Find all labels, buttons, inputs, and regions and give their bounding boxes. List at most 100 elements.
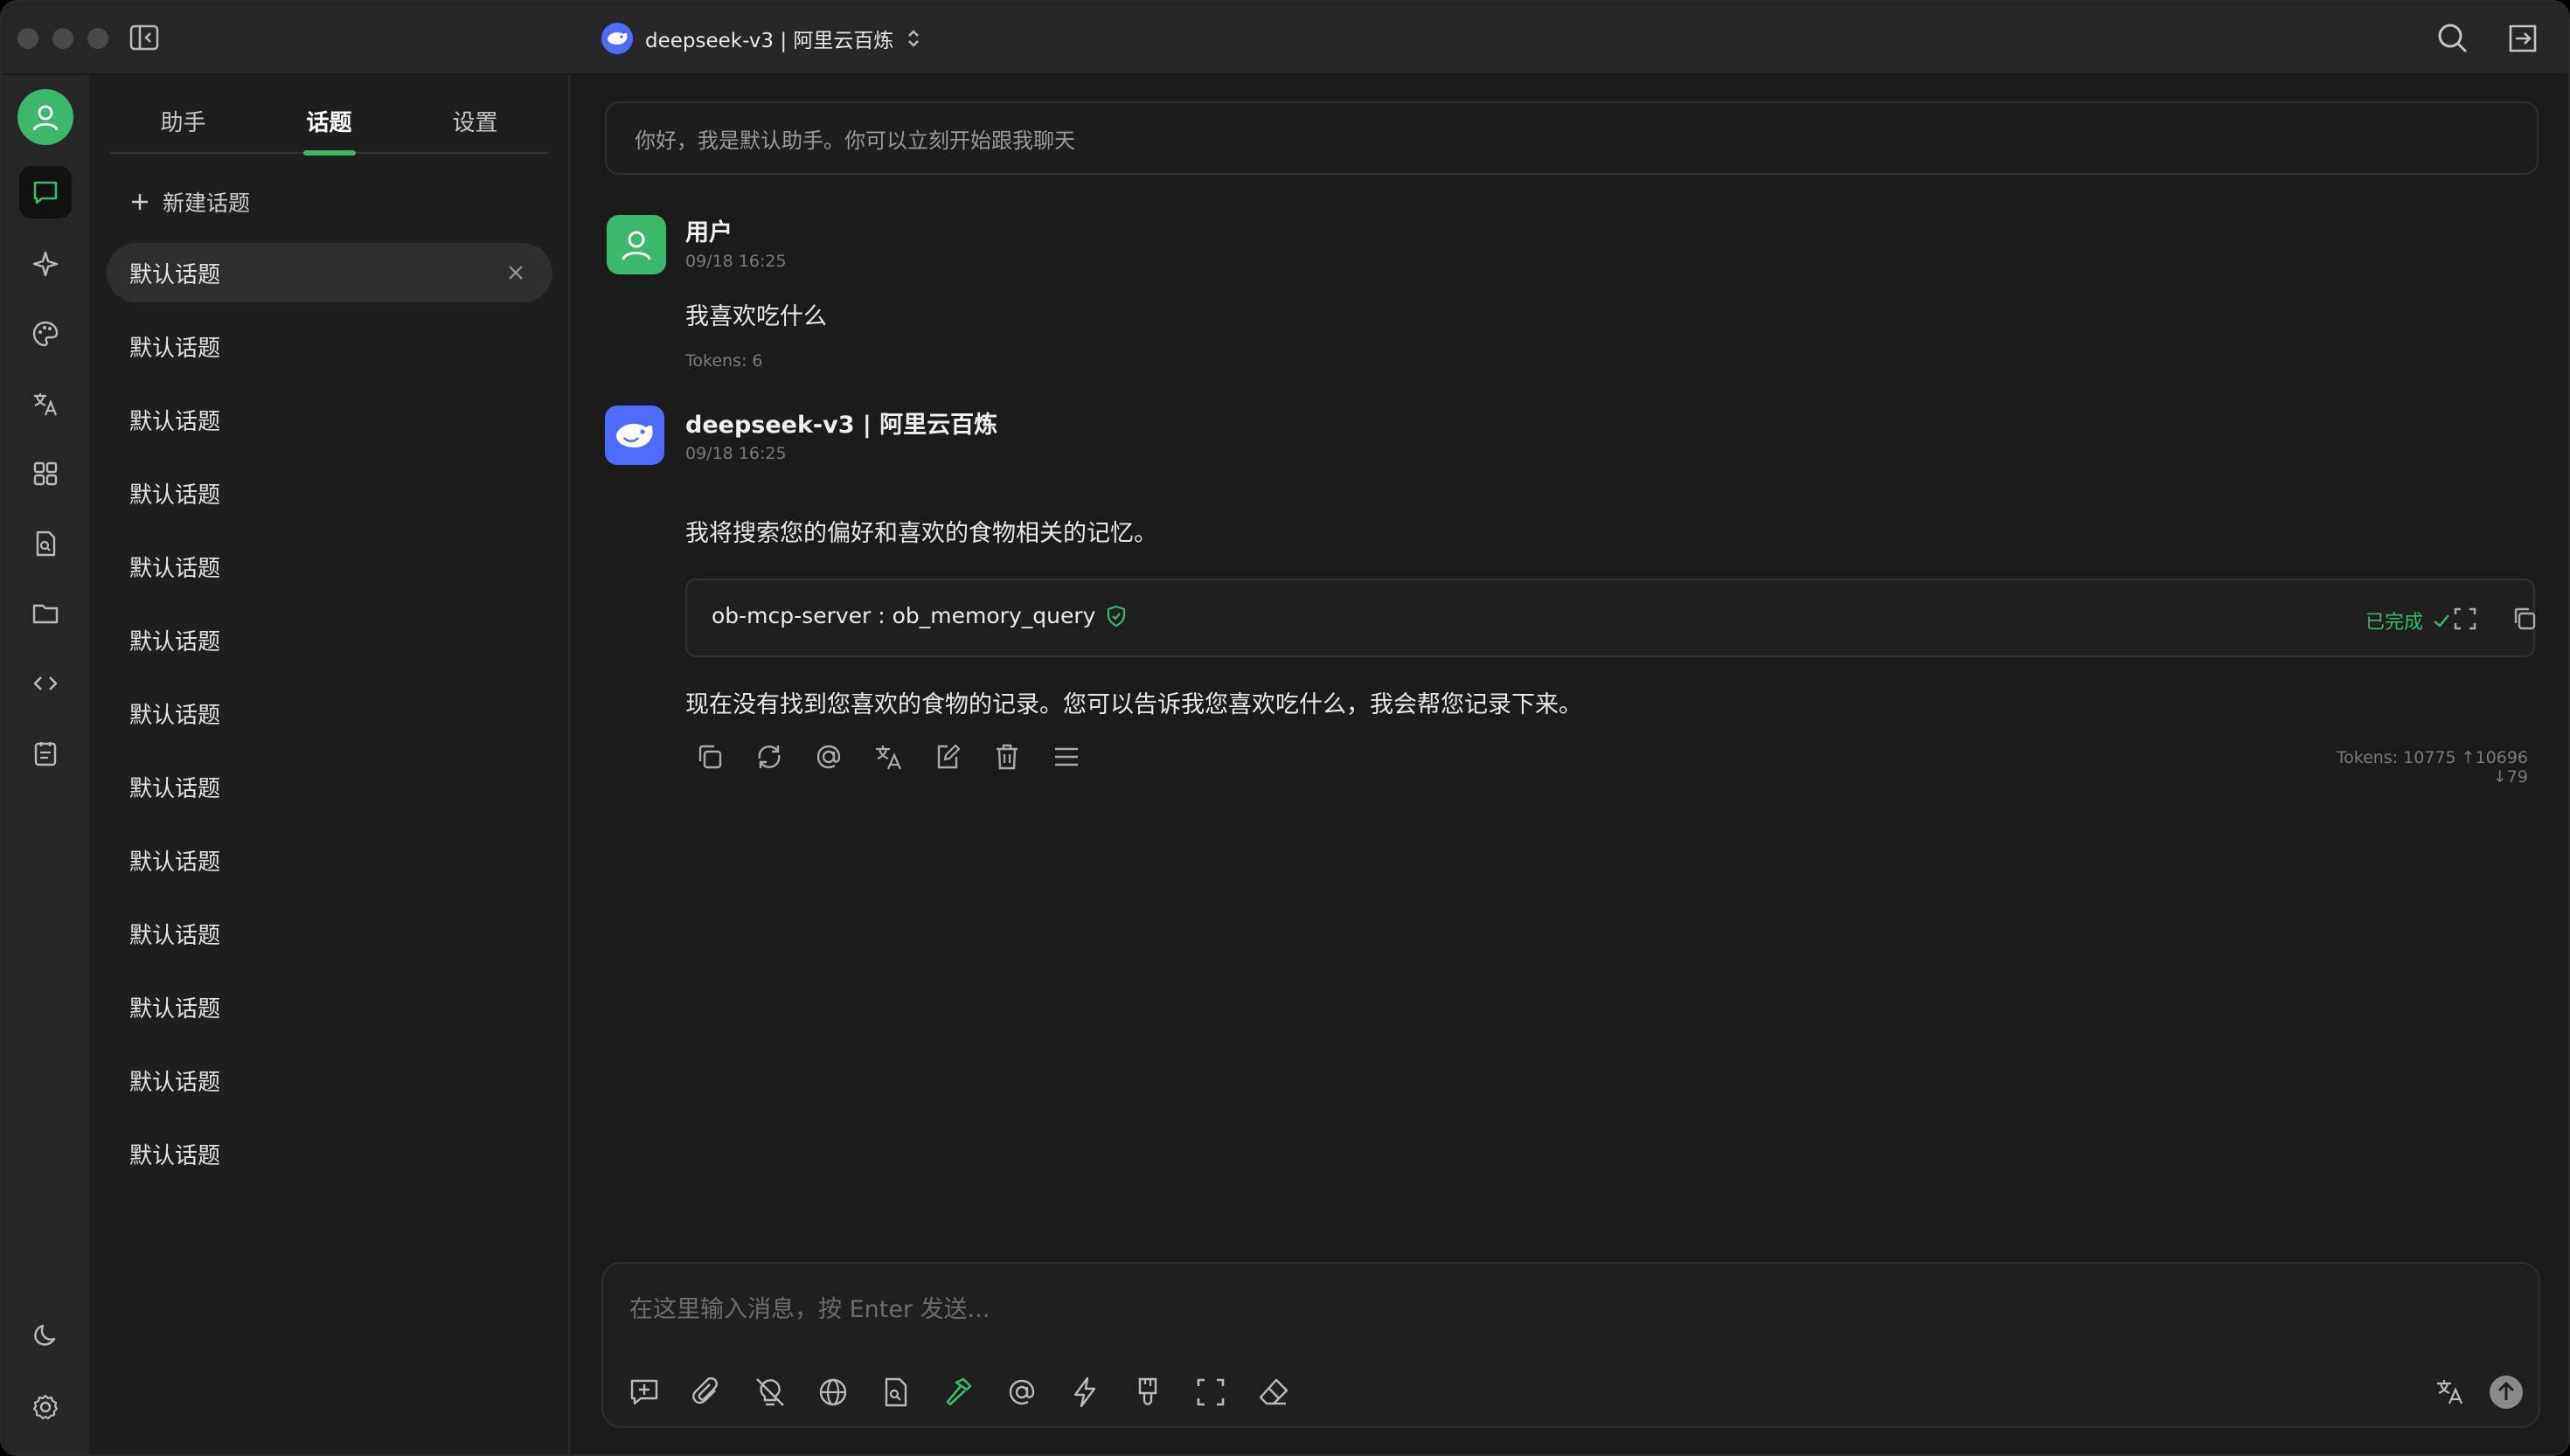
theme-moon-icon[interactable] bbox=[19, 1309, 72, 1362]
topic-item[interactable]: 默认话题 bbox=[107, 610, 552, 669]
topic-item[interactable]: 默认话题 bbox=[107, 830, 552, 890]
topic-label: 默认话题 bbox=[129, 1142, 221, 1169]
sidebar-toggle-icon[interactable] bbox=[129, 24, 159, 51]
edit-icon[interactable] bbox=[930, 739, 965, 774]
message-input[interactable]: 在这里输入消息，按 Enter 发送... bbox=[629, 1290, 990, 1324]
plus-icon bbox=[132, 194, 148, 210]
translate-input-icon[interactable] bbox=[2432, 1374, 2469, 1411]
topic-label: 默认话题 bbox=[129, 555, 221, 582]
lightbulb-off-icon[interactable] bbox=[752, 1374, 788, 1411]
topic-item[interactable]: 默认话题 bbox=[107, 1124, 552, 1183]
user-name: 用户 bbox=[685, 219, 733, 246]
app-window: deepseek-v3 | 阿里云百炼 助手 话题 设置 新建话题 默认话题 默… bbox=[0, 0, 2570, 1456]
tab-topics[interactable]: 话题 bbox=[256, 93, 402, 154]
knowledge-file-icon[interactable] bbox=[878, 1374, 914, 1411]
settings-gear-icon[interactable] bbox=[19, 1381, 72, 1433]
copy-message-icon[interactable] bbox=[692, 739, 727, 774]
mcp-hammer-icon[interactable] bbox=[941, 1374, 977, 1411]
tool-name-text: ob-mcp-server : ob_memory_query bbox=[712, 603, 1096, 628]
topic-item[interactable]: 默认话题 bbox=[107, 1050, 552, 1110]
palette-icon[interactable] bbox=[19, 308, 72, 360]
translate-message-icon[interactable] bbox=[871, 739, 906, 774]
model-selector[interactable]: deepseek-v3 | 阿里云百炼 bbox=[601, 21, 921, 56]
topic-label: 默认话题 bbox=[129, 849, 221, 876]
topic-item[interactable]: 默认话题 bbox=[107, 537, 552, 596]
check-icon bbox=[2434, 614, 2449, 627]
user-message-avatar bbox=[607, 215, 666, 274]
assistant-text-intro: 我将搜索您的偏好和喜欢的食物相关的记忆。 bbox=[685, 520, 1157, 547]
topic-item[interactable]: 默认话题 bbox=[107, 316, 552, 376]
chat-area: 你好，我是默认助手。你可以立刻开始跟我聊天 用户 09/18 16:25 我喜欢… bbox=[572, 75, 2568, 1454]
topic-item[interactable]: 默认话题 bbox=[107, 977, 552, 1037]
topic-label: 默认话题 bbox=[129, 261, 221, 288]
panel-tabs: 助手 话题 设置 bbox=[110, 93, 549, 154]
new-topic-button[interactable]: 新建话题 bbox=[129, 180, 250, 224]
tool-call-card[interactable]: ob-mcp-server : ob_memory_query 已完成 bbox=[685, 579, 2536, 657]
expand-icon[interactable] bbox=[2451, 605, 2479, 633]
topic-label: 默认话题 bbox=[129, 995, 221, 1023]
assistant-token-count: Tokens: 10775 ↑10696 ↓79 bbox=[2336, 748, 2528, 787]
globe-icon[interactable] bbox=[815, 1374, 851, 1411]
shield-check-icon bbox=[1108, 605, 1126, 627]
nav-sidebar bbox=[2, 75, 89, 1454]
topic-item[interactable]: 默认话题 bbox=[107, 390, 552, 449]
topic-label: 默认话题 bbox=[129, 1069, 221, 1096]
tool-status-text: 已完成 bbox=[2365, 612, 2424, 634]
code-icon[interactable] bbox=[19, 657, 72, 710]
window-minimize-button[interactable] bbox=[52, 28, 73, 49]
user-timestamp: 09/18 16:25 bbox=[685, 252, 787, 271]
tab-assistant[interactable]: 助手 bbox=[110, 93, 256, 154]
topic-label: 默认话题 bbox=[129, 482, 221, 509]
topics-panel: 助手 话题 设置 新建话题 默认话题 默认话题 默认话题 默认话题 默认话题 默… bbox=[89, 75, 570, 1454]
notes-icon[interactable] bbox=[19, 727, 72, 780]
topic-item[interactable]: 默认话题 bbox=[107, 683, 552, 743]
topic-label: 默认话题 bbox=[129, 775, 221, 802]
regenerate-icon[interactable] bbox=[752, 739, 787, 774]
window-zoom-button[interactable] bbox=[87, 28, 108, 49]
copy-icon[interactable] bbox=[2511, 605, 2539, 633]
more-menu-icon[interactable] bbox=[1049, 739, 1084, 774]
message-input-box[interactable]: 在这里输入消息，按 Enter 发送... bbox=[601, 1262, 2540, 1428]
topic-item[interactable]: 默认话题 bbox=[107, 757, 552, 816]
folder-icon[interactable] bbox=[19, 587, 72, 640]
translate-icon[interactable] bbox=[19, 378, 72, 430]
topic-label: 默认话题 bbox=[129, 702, 221, 729]
close-icon[interactable] bbox=[505, 262, 526, 283]
mention-model-icon[interactable] bbox=[1004, 1374, 1040, 1411]
assistant-name: deepseek-v3 | 阿里云百炼 bbox=[685, 412, 998, 439]
brush-icon[interactable] bbox=[1129, 1374, 1166, 1411]
topic-item[interactable]: 默认话题 bbox=[107, 463, 552, 523]
new-topic-label: 新建话题 bbox=[163, 191, 251, 216]
eraser-icon[interactable] bbox=[1255, 1374, 1292, 1411]
lightning-icon[interactable] bbox=[1066, 1374, 1103, 1411]
chevron-updown-icon bbox=[908, 30, 920, 47]
model-name: deepseek-v3 | 阿里云百炼 bbox=[645, 30, 894, 52]
active-tab-indicator bbox=[303, 150, 356, 156]
topic-item[interactable]: 默认话题 bbox=[107, 243, 552, 302]
topic-item[interactable]: 默认话题 bbox=[107, 904, 552, 963]
user-message-text: 我喜欢吃什么 bbox=[685, 303, 827, 330]
tab-settings[interactable]: 设置 bbox=[402, 93, 548, 154]
deepseek-logo-icon bbox=[601, 23, 633, 54]
deepseek-avatar-icon bbox=[605, 406, 664, 465]
apps-grid-icon[interactable] bbox=[19, 447, 72, 500]
mention-icon[interactable] bbox=[811, 739, 846, 774]
new-topic-input-icon[interactable] bbox=[626, 1374, 663, 1411]
delete-icon[interactable] bbox=[990, 739, 1025, 774]
search-icon[interactable] bbox=[2435, 21, 2470, 56]
send-button[interactable] bbox=[2488, 1374, 2525, 1411]
user-avatar[interactable] bbox=[17, 89, 73, 145]
layout-icon[interactable] bbox=[2505, 21, 2540, 56]
title-bar: deepseek-v3 | 阿里云百炼 bbox=[2, 2, 2568, 75]
file-search-icon[interactable] bbox=[19, 517, 72, 570]
sparkle-icon[interactable] bbox=[19, 238, 72, 290]
topic-label: 默认话题 bbox=[129, 408, 221, 435]
user-token-count: Tokens: 6 bbox=[685, 351, 763, 371]
welcome-banner: 你好，我是默认助手。你可以立刻开始跟我聊天 bbox=[605, 101, 2539, 175]
fullscreen-icon[interactable] bbox=[1192, 1374, 1229, 1411]
window-close-button[interactable] bbox=[17, 28, 38, 49]
topic-label: 默认话题 bbox=[129, 628, 221, 655]
chat-icon[interactable] bbox=[19, 166, 72, 218]
topic-label: 默认话题 bbox=[129, 922, 221, 949]
paperclip-icon[interactable] bbox=[689, 1374, 726, 1411]
